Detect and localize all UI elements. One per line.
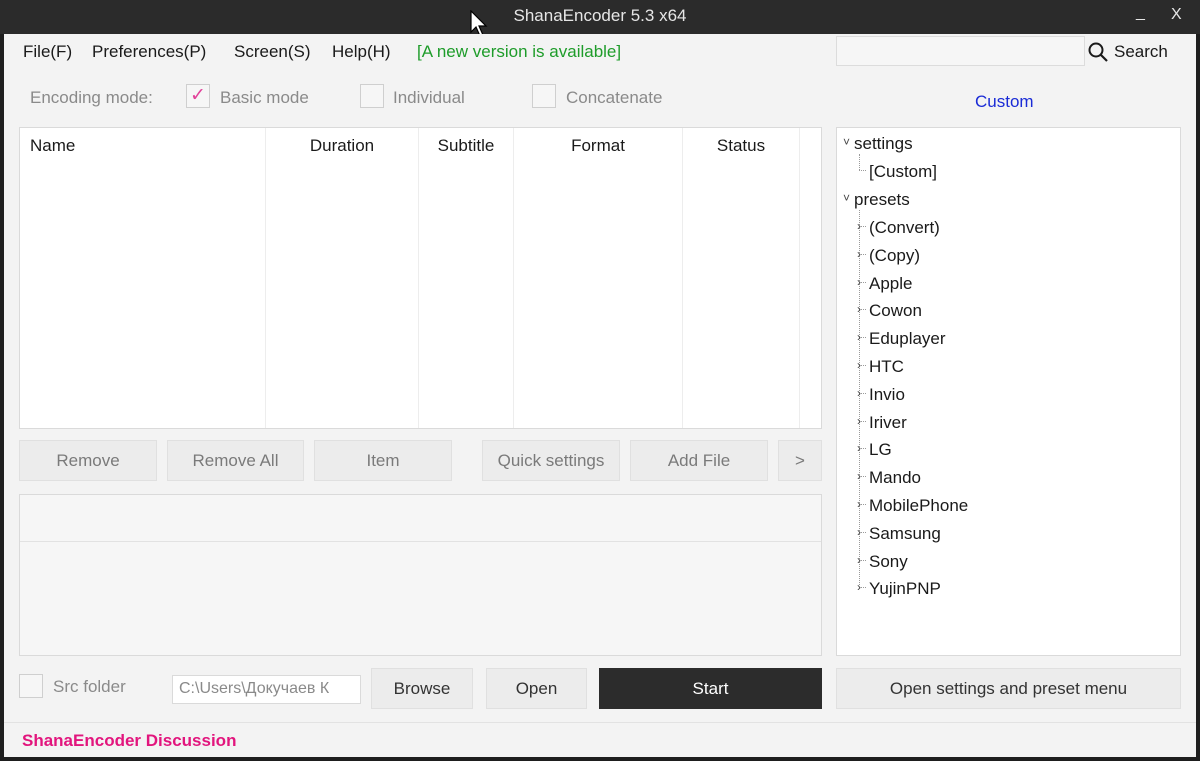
expand-preset-icon[interactable]: › [857,302,861,316]
remove-button[interactable]: Remove [19,440,157,481]
footer-divider [4,722,1196,723]
column-name[interactable]: Name [20,128,266,428]
encoding-mode-bar: Encoding mode: ✓ Basic mode Individual C… [4,84,824,114]
tree-node-settings[interactable]: settings [854,134,913,154]
concatenate-checkbox[interactable] [532,84,556,108]
tree-node-preset[interactable]: Sony [869,552,908,572]
search-label: Search [1114,42,1168,61]
item-button[interactable]: Item [314,440,452,481]
expand-preset-icon[interactable]: › [857,525,861,539]
tree-node-preset[interactable]: YujinPNP [869,579,941,599]
individual-label: Individual [393,88,465,107]
column-status[interactable]: Status [683,128,800,428]
check-icon: ✓ [190,85,206,106]
remove-all-button[interactable]: Remove All [167,440,304,481]
basic-mode-checkbox[interactable]: ✓ [186,84,210,108]
tree-node-preset[interactable]: Mando [869,468,921,488]
expand-settings-icon[interactable]: ˅ [843,135,850,149]
expand-preset-icon[interactable]: › [857,386,861,400]
src-folder-checkbox[interactable] [19,674,43,698]
tree-node-preset[interactable]: Invio [869,385,905,405]
column-header-subtitle[interactable]: Subtitle [419,136,513,156]
expand-preset-icon[interactable]: › [857,358,861,372]
custom-preset-label[interactable]: Custom [975,92,1034,112]
add-file-button[interactable]: Add File [630,440,768,481]
main-window: File(F) Preferences(P) Screen(S) Help(H)… [4,34,1196,757]
minimize-button[interactable]: _ [1136,4,1145,22]
column-header-status[interactable]: Status [683,136,799,156]
open-settings-menu-button[interactable]: Open settings and preset menu [836,668,1181,709]
expand-preset-icon[interactable]: › [857,330,861,344]
expand-preset-icon[interactable]: › [857,469,861,483]
preset-tree[interactable]: ˅ settings [Custom] ˅ presets › (Convert)… [836,127,1181,656]
tree-node-preset[interactable]: Cowon [869,301,922,321]
file-list-table[interactable]: Name Duration Subtitle Format Status [19,127,822,429]
src-folder-label: Src folder [53,677,126,696]
more-button[interactable]: > [778,440,822,481]
column-header-format[interactable]: Format [514,136,682,156]
close-button[interactable]: X [1171,6,1182,24]
search-icon [1088,42,1108,62]
window-title: ShanaEncoder 5.3 x64 [513,6,687,25]
search-input[interactable] [836,36,1085,66]
output-path-field[interactable]: C:\Users\Докучаев К [172,675,361,704]
search-button[interactable]: Search [1088,39,1168,65]
tree-node-preset[interactable]: Iriver [869,413,907,433]
tree-node-preset[interactable]: (Convert) [869,218,940,238]
expand-preset-icon[interactable]: › [857,497,861,511]
menu-help[interactable]: Help(H) [332,42,391,62]
tree-node-preset[interactable]: MobilePhone [869,496,968,516]
log-panel [19,494,822,656]
tree-node-preset[interactable]: LG [869,440,892,460]
concatenate-label: Concatenate [566,88,663,107]
menu-file[interactable]: File(F) [23,42,72,62]
tree-node-presets[interactable]: presets [854,190,910,210]
encoding-mode-label: Encoding mode: [30,88,153,107]
tree-node-preset[interactable]: HTC [869,357,904,377]
new-version-link[interactable]: [A new version is available] [417,42,621,62]
individual-checkbox[interactable] [360,84,384,108]
expand-preset-icon[interactable]: › [857,580,861,594]
menu-screen[interactable]: Screen(S) [234,42,311,62]
tree-connector [859,170,866,171]
expand-preset-icon[interactable]: › [857,275,861,289]
quick-settings-button[interactable]: Quick settings [482,440,620,481]
expand-preset-icon[interactable]: › [857,414,861,428]
tree-connector [859,154,860,170]
open-button[interactable]: Open [486,668,587,709]
discussion-link[interactable]: ShanaEncoder Discussion [22,731,236,751]
start-button[interactable]: Start [599,668,822,709]
tree-node-preset[interactable]: Apple [869,274,912,294]
menu-preferences[interactable]: Preferences(P) [92,42,206,62]
title-bar: ShanaEncoder 5.3 x64 _ X [0,0,1200,37]
log-divider [20,541,821,542]
expand-preset-icon[interactable]: › [857,553,861,567]
expand-preset-icon[interactable]: › [857,441,861,455]
column-header-name[interactable]: Name [30,136,265,156]
tree-node-preset[interactable]: Eduplayer [869,329,946,349]
expand-preset-icon[interactable]: › [857,247,861,261]
column-duration[interactable]: Duration [266,128,419,428]
column-format[interactable]: Format [514,128,683,428]
expand-presets-icon[interactable]: ˅ [843,191,850,205]
tree-node-preset[interactable]: (Copy) [869,246,920,266]
column-header-duration[interactable]: Duration [266,136,418,156]
basic-mode-label: Basic mode [220,88,309,107]
column-subtitle[interactable]: Subtitle [419,128,514,428]
browse-button[interactable]: Browse [371,668,473,709]
tree-node-preset[interactable]: Samsung [869,524,941,544]
expand-preset-icon[interactable]: › [857,219,861,233]
tree-node-custom[interactable]: [Custom] [869,162,937,182]
